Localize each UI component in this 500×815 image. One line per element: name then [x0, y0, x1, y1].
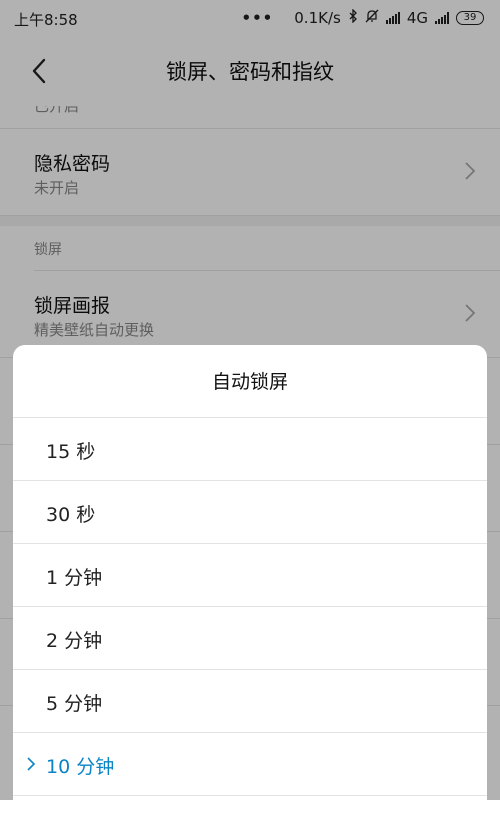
- option-label: 15 秒: [46, 441, 96, 463]
- option-label: 5 分钟: [46, 693, 103, 715]
- option-item[interactable]: 5 分钟: [13, 670, 487, 733]
- option-item[interactable]: 10 分钟: [13, 733, 487, 796]
- option-item[interactable]: 1 分钟: [13, 544, 487, 607]
- option-label: 2 分钟: [46, 630, 103, 652]
- option-item[interactable]: 15 秒: [13, 418, 487, 481]
- option-item[interactable]: 30 秒: [13, 481, 487, 544]
- option-item[interactable]: 2 分钟: [13, 607, 487, 670]
- auto-lock-dialog: 自动锁屏 15 秒 30 秒 1 分钟 2 分钟 5 分钟 10 分钟: [13, 345, 487, 815]
- selected-chevron-icon: [27, 757, 35, 771]
- option-label: 1 分钟: [46, 567, 103, 589]
- dialog-title: 自动锁屏: [13, 345, 487, 418]
- option-label: 30 秒: [46, 504, 96, 526]
- option-label: 10 分钟: [46, 756, 115, 778]
